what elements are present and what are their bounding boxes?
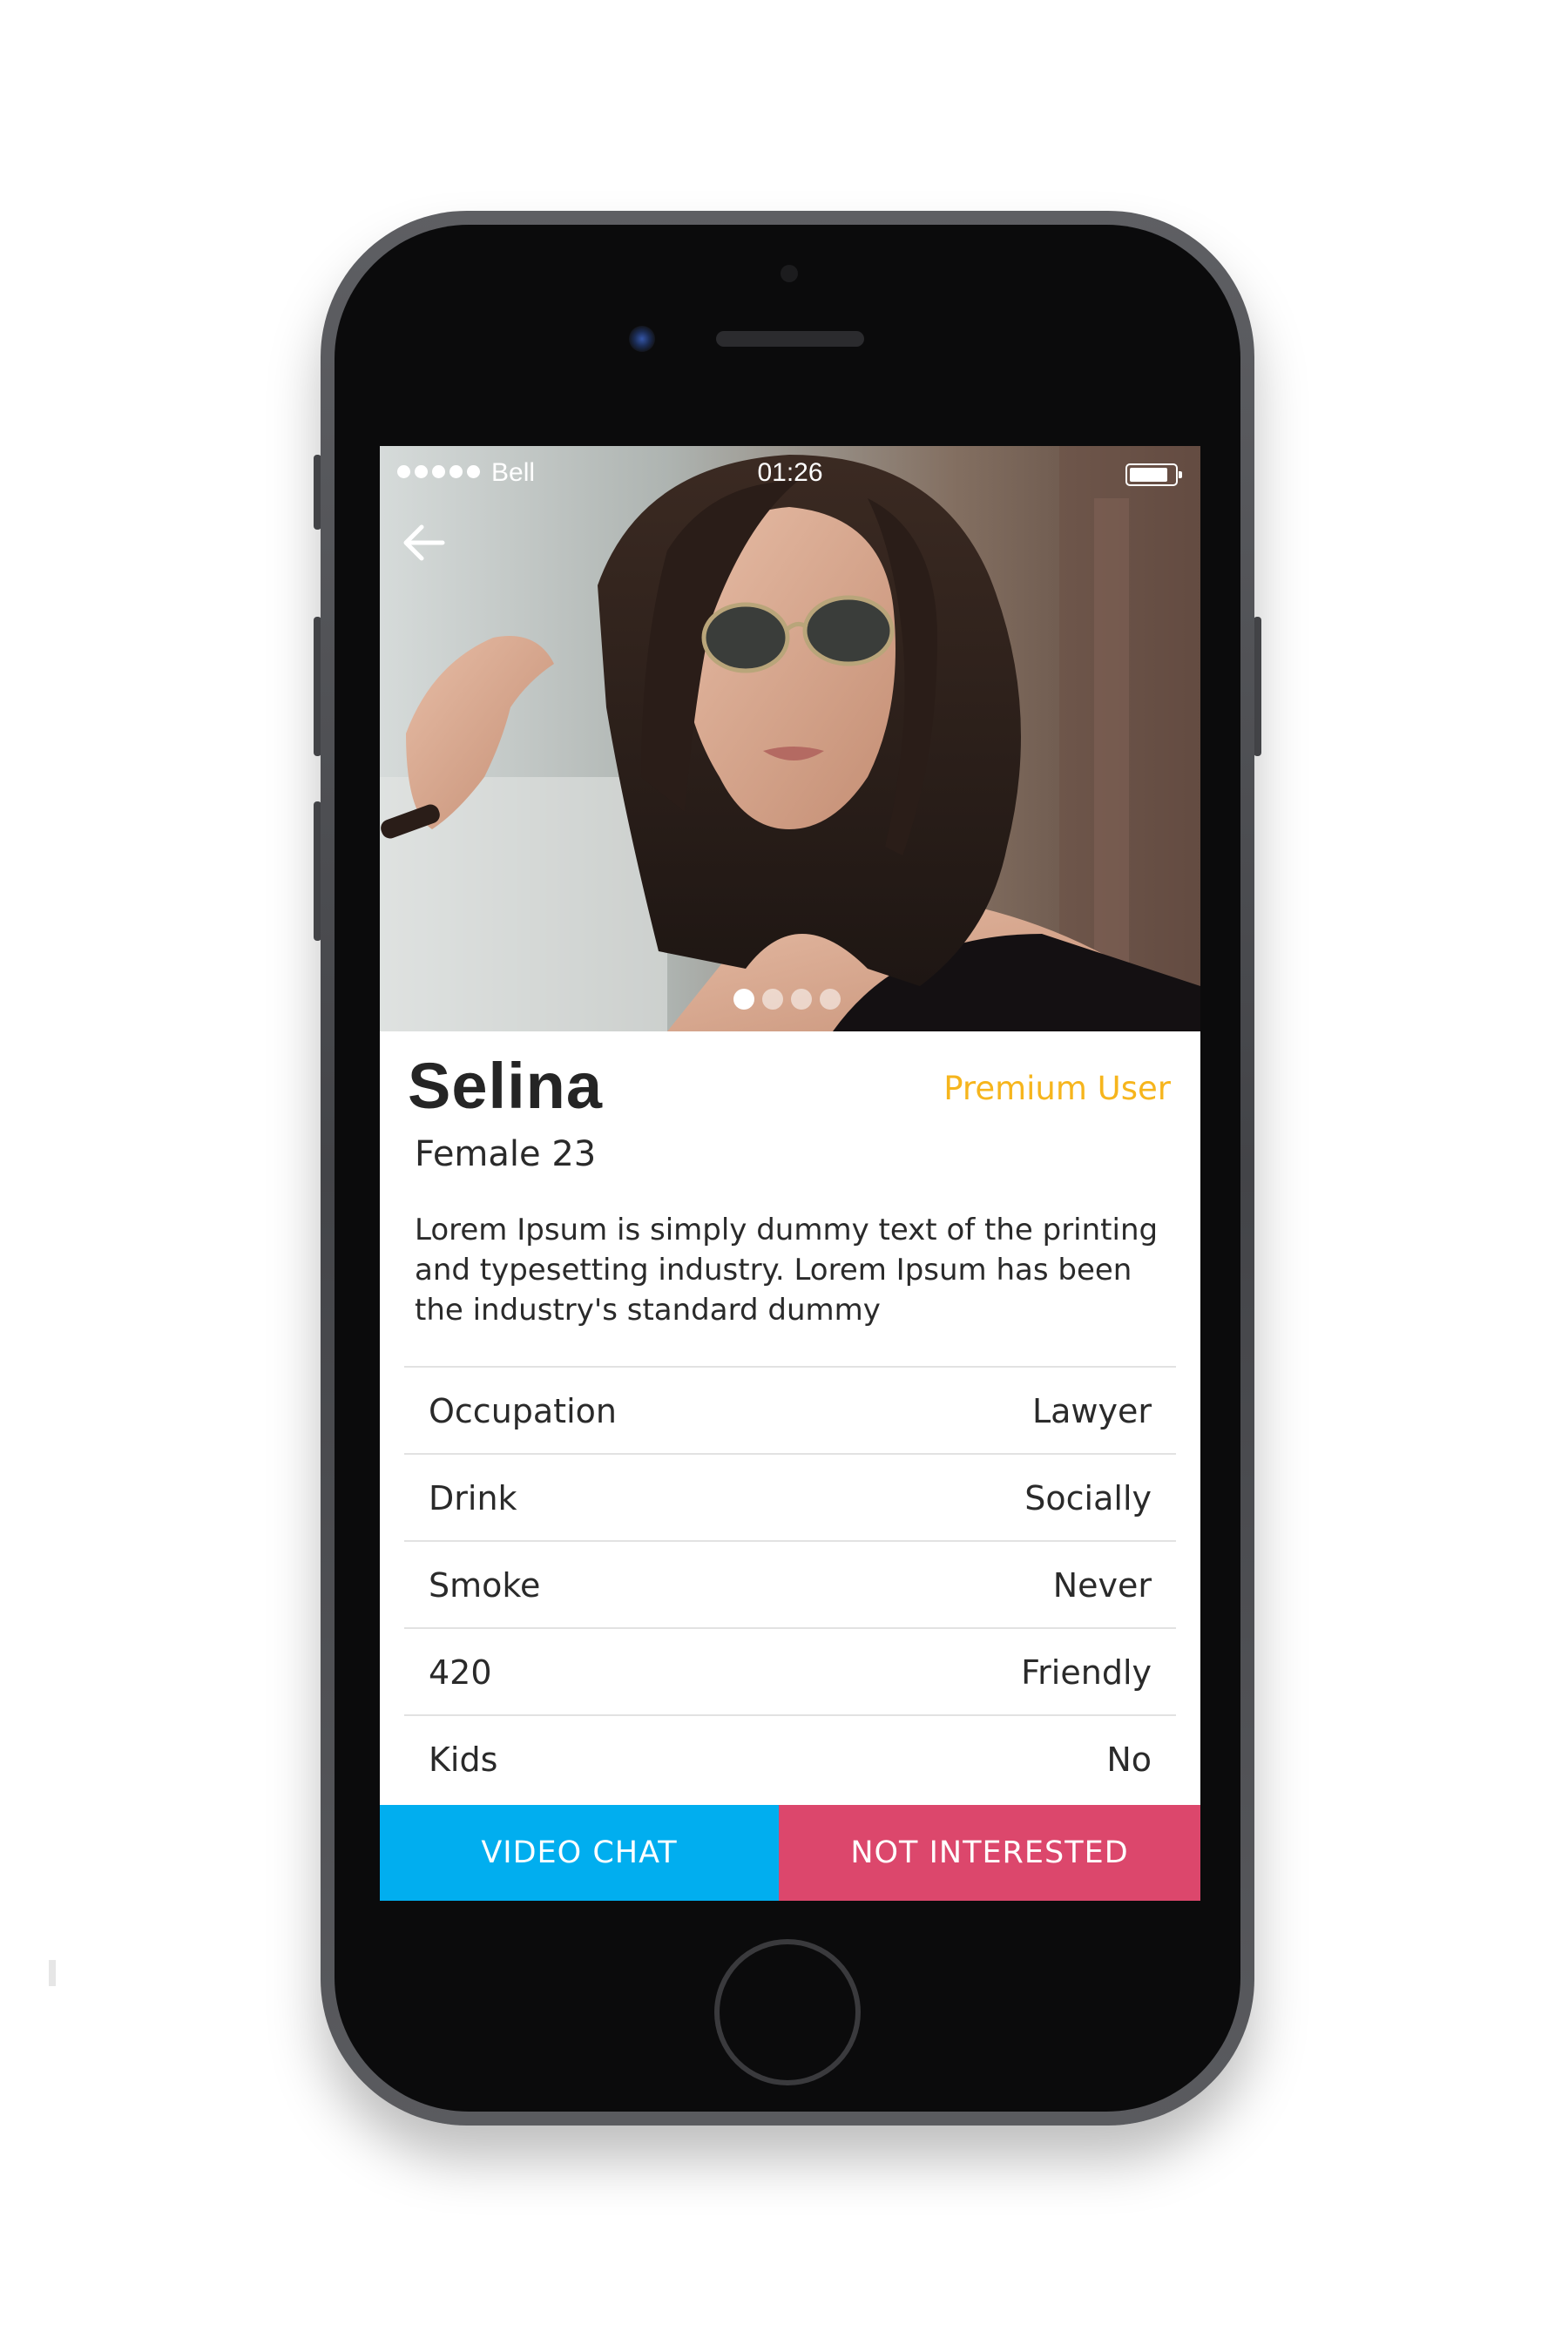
battery-icon xyxy=(1125,463,1182,486)
status-time: 01:26 xyxy=(757,458,823,487)
detail-value: Socially xyxy=(1024,1479,1152,1517)
decorative-mark xyxy=(49,1960,56,1986)
power-button xyxy=(1254,617,1261,756)
arrow-left-icon[interactable] xyxy=(397,516,451,570)
front-camera xyxy=(629,326,655,352)
pager-dot-active[interactable] xyxy=(733,989,754,1010)
not-interested-button[interactable]: NOT INTERESTED xyxy=(779,1805,1200,1901)
detail-value: Friendly xyxy=(1021,1653,1152,1692)
detail-value: Never xyxy=(1052,1566,1152,1605)
profile-photo[interactable]: Bell 01:26 xyxy=(380,446,1200,1031)
profile-details-list: Occupation Lawyer Drink Socially Smoke N… xyxy=(404,1366,1176,1801)
detail-row-smoke: Smoke Never xyxy=(404,1542,1176,1629)
pager-dot[interactable] xyxy=(820,989,841,1010)
video-chat-button[interactable]: VIDEO CHAT xyxy=(380,1805,779,1901)
detail-label: Occupation xyxy=(429,1392,617,1430)
profile-photo-illustration xyxy=(380,446,1200,1031)
action-bar: VIDEO CHAT NOT INTERESTED xyxy=(380,1805,1200,1901)
detail-row-kids: Kids No xyxy=(404,1716,1176,1801)
photo-pager xyxy=(733,989,841,1010)
pager-dot[interactable] xyxy=(762,989,783,1010)
detail-row-420: 420 Friendly xyxy=(404,1629,1176,1716)
proximity-sensor xyxy=(781,265,798,282)
profile-bio: Lorem Ipsum is simply dummy text of the … xyxy=(415,1213,1159,1328)
home-button xyxy=(714,1939,861,2085)
detail-label: Drink xyxy=(429,1479,517,1517)
detail-value: No xyxy=(1106,1740,1152,1779)
profile-gender-age: Female 23 xyxy=(415,1134,597,1174)
profile-name: Selina xyxy=(408,1050,603,1122)
status-bar: Bell 01:26 xyxy=(380,446,1200,502)
pager-dot[interactable] xyxy=(791,989,812,1010)
detail-label: Smoke xyxy=(429,1566,541,1605)
detail-label: 420 xyxy=(429,1653,492,1692)
detail-row-drink: Drink Socially xyxy=(404,1455,1176,1542)
detail-value: Lawyer xyxy=(1031,1392,1152,1430)
earpiece-speaker xyxy=(716,331,864,347)
detail-label: Kids xyxy=(429,1740,498,1779)
app-screen: Bell 01:26 Selina Premium User Female 23… xyxy=(380,446,1200,1901)
premium-badge: Premium User xyxy=(943,1070,1171,1107)
detail-row-occupation: Occupation Lawyer xyxy=(404,1368,1176,1455)
